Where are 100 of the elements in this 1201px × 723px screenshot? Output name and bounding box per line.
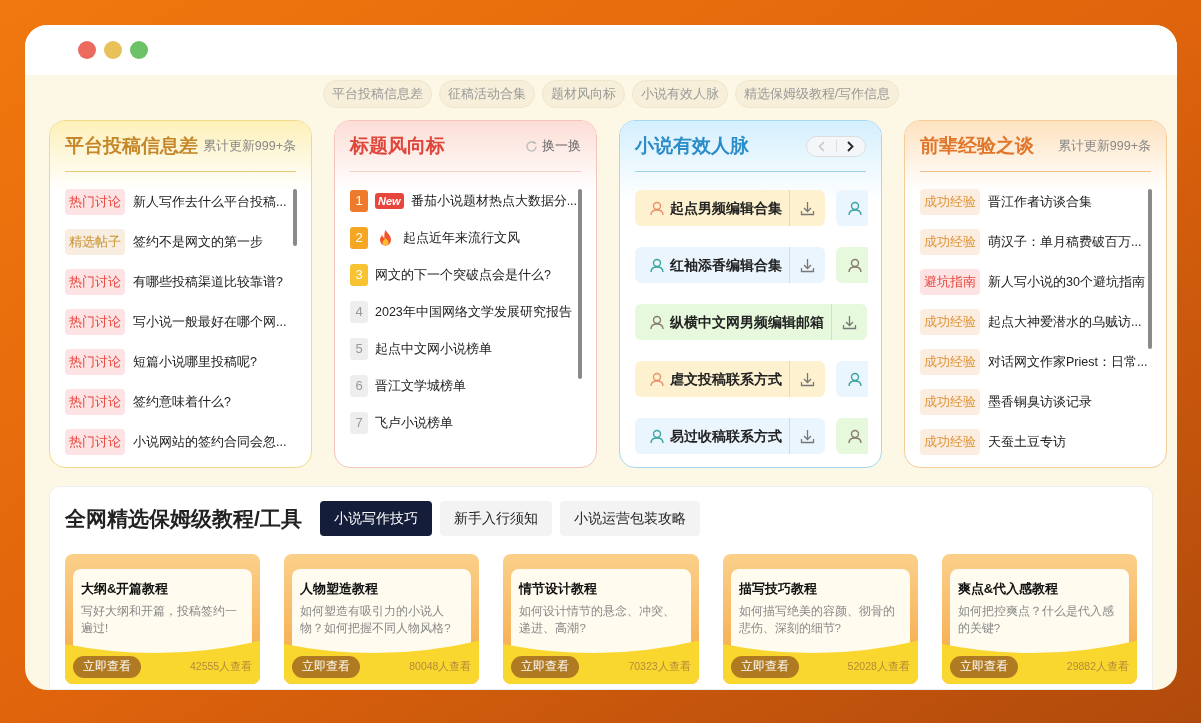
view-button[interactable]: 立即查看 (292, 656, 361, 678)
person-icon (848, 257, 862, 273)
contact-card[interactable] (836, 190, 868, 226)
rank-badge: 1 (350, 190, 368, 212)
trend-link[interactable]: 起点近年来流行文风 (403, 228, 520, 248)
trend-link[interactable]: 晋江文学城榜单 (375, 376, 466, 396)
post-link[interactable]: 新人写作去什么平台投稿... (133, 192, 287, 212)
fire-icon (379, 230, 392, 246)
rank-badge: 5 (350, 338, 368, 360)
minimize-icon[interactable] (104, 41, 122, 59)
post-link[interactable]: 有哪些投稿渠道比较靠谱? (133, 272, 283, 292)
post-link[interactable]: 墨香铜臭访谈记录 (988, 392, 1092, 412)
tutorial-folder[interactable]: 大纲&开篇教程 写好大纲和开篇，投稿签约一遍过! 立即查看 42555人查看 (65, 554, 261, 684)
person-icon (650, 371, 664, 387)
contact-label: 红袖添香编辑合集 (670, 255, 782, 275)
post-link[interactable]: 晋江作者访谈合集 (988, 192, 1092, 212)
person-icon (848, 200, 862, 216)
view-count: 80048人查看 (409, 659, 472, 675)
rank-badge: 6 (350, 375, 368, 397)
contact-label: 虐文投稿联系方式 (670, 369, 782, 389)
category-tag: 热门讨论 (65, 269, 125, 295)
view-button[interactable]: 立即查看 (511, 656, 580, 678)
person-icon (650, 314, 664, 330)
trend-link[interactable]: 飞卢小说榜单 (375, 413, 453, 433)
post-link[interactable]: 萌汉子：单月稿费破百万... (988, 232, 1142, 252)
view-button[interactable]: 立即查看 (730, 656, 799, 678)
post-link[interactable]: 新人写小说的30个避坑指南 (988, 272, 1145, 292)
tutorial-folder[interactable]: 人物塑造教程 如何塑造有吸引力的小说人物？如何把握不同人物风格? 立即查看 80048人查看 (284, 554, 480, 684)
panel-title: 前辈经验之谈 (920, 133, 1034, 158)
download-icon (800, 428, 815, 444)
panel-title: 标题风向标 (350, 133, 445, 158)
person-icon (650, 428, 664, 444)
post-link[interactable]: 签约意味着什么? (133, 392, 231, 412)
post-link[interactable]: 天蚕土豆专访 (988, 432, 1066, 452)
chevron-right-icon (847, 140, 855, 152)
update-count: 累计更新999+条 (1057, 137, 1151, 155)
rank-badge: 7 (350, 412, 368, 434)
scrollbar-icon (1148, 189, 1152, 349)
category-tag: 成功经验 (920, 309, 980, 335)
tutorial-folder[interactable]: 情节设计教程 如何设计情节的悬念、冲突、递进、高潮? 立即查看 70323人查看 (503, 554, 699, 684)
post-link[interactable]: 短篇小说哪里投稿呢? (133, 352, 257, 372)
post-link[interactable]: 对话网文作家Priest：日常... (988, 352, 1148, 372)
category-tag: 热门讨论 (65, 389, 125, 415)
tutorial-title: 人物塑造教程 (300, 580, 380, 598)
post-link[interactable]: 签约不是网文的第一步 (133, 232, 263, 252)
category-tag: 成功经验 (920, 389, 980, 415)
category-tag: 成功经验 (920, 189, 980, 215)
category-tag: 热门讨论 (65, 349, 125, 375)
post-link[interactable]: 写小说一般最好在哪个网... (133, 312, 287, 332)
contact-label: 易过收稿联系方式 (670, 426, 782, 446)
panel-title: 小说有效人脉 (635, 133, 749, 158)
post-link[interactable]: 起点大神爱潜水的乌贼访... (988, 312, 1142, 332)
person-icon (848, 371, 862, 387)
category-tag: 避坑指南 (920, 269, 980, 295)
tutorial-description: 写好大纲和开篇，投稿签约一遍过! (81, 603, 238, 636)
contact-card[interactable] (836, 361, 868, 397)
tutorial-title: 情节设计教程 (519, 580, 599, 598)
download-icon (800, 200, 815, 216)
download-icon (800, 371, 815, 387)
tutorial-folder[interactable]: 爽点&代入感教程 如何把控爽点？什么是代入感的关键? 立即查看 29882人查看 (941, 554, 1137, 684)
contact-card[interactable]: 起点男频编辑合集 (635, 190, 825, 226)
contact-card[interactable]: 纵横中文网男频编辑邮箱 (635, 304, 867, 340)
category-tag: 热门讨论 (65, 429, 125, 455)
contact-card[interactable]: 红袖添香编辑合集 (635, 247, 825, 283)
maximize-icon[interactable] (130, 41, 148, 59)
trend-link[interactable]: 网文的下一个突破点会是什么? (375, 265, 551, 285)
tutorial-title: 爽点&代入感教程 (957, 580, 1060, 598)
chevron-left-icon (817, 140, 825, 152)
view-count: 42555人查看 (190, 659, 253, 675)
view-button[interactable]: 立即查看 (949, 656, 1018, 678)
view-count: 52028人查看 (847, 659, 910, 675)
contact-card[interactable]: 易过收稿联系方式 (635, 418, 825, 454)
tab[interactable]: 新手入行须知 (439, 501, 552, 536)
rank-badge: 3 (350, 264, 368, 286)
contact-label: 起点男频编辑合集 (670, 198, 782, 218)
tab[interactable]: 小说运营包装攻略 (559, 501, 700, 536)
contact-card[interactable] (836, 247, 868, 283)
tutorial-title: 描写技巧教程 (738, 580, 818, 598)
category-tag: 热门讨论 (65, 189, 125, 215)
new-badge: New (375, 193, 404, 209)
panel-title: 平台投稿信息差 (65, 133, 198, 158)
category-tag: 精选帖子 (65, 229, 125, 255)
trend-link[interactable]: 起点中文网小说榜单 (375, 339, 492, 359)
tutorial-folder[interactable]: 描写技巧教程 如何描写绝美的容颜、彻骨的悲伤、深刻的细节? 立即查看 52028人查看 (722, 554, 918, 684)
contact-card[interactable]: 虐文投稿联系方式 (635, 361, 825, 397)
category-tag: 成功经验 (920, 349, 980, 375)
view-button[interactable]: 立即查看 (73, 656, 141, 678)
scrollbar-icon (578, 189, 582, 379)
tab[interactable]: 小说写作技巧 (319, 501, 432, 536)
close-icon[interactable] (78, 41, 96, 59)
refresh-button[interactable]: 换一换 (525, 136, 581, 156)
person-icon (650, 200, 664, 216)
contact-label: 纵横中文网男频编辑邮箱 (670, 312, 824, 332)
post-link[interactable]: 小说网站的签约合同会忽... (133, 432, 287, 452)
tutorial-description: 如何描写绝美的容颜、彻骨的悲伤、深刻的细节? (738, 603, 896, 636)
category-tag: 热门讨论 (65, 309, 125, 335)
contact-card[interactable] (836, 418, 868, 454)
trend-link[interactable]: 2023年中国网络文学发展研究报告 (375, 302, 572, 322)
trend-link[interactable]: 番茄小说题材热点大数据分... (410, 191, 578, 211)
section-title: 全网精选保姆级教程/工具 (65, 505, 302, 532)
